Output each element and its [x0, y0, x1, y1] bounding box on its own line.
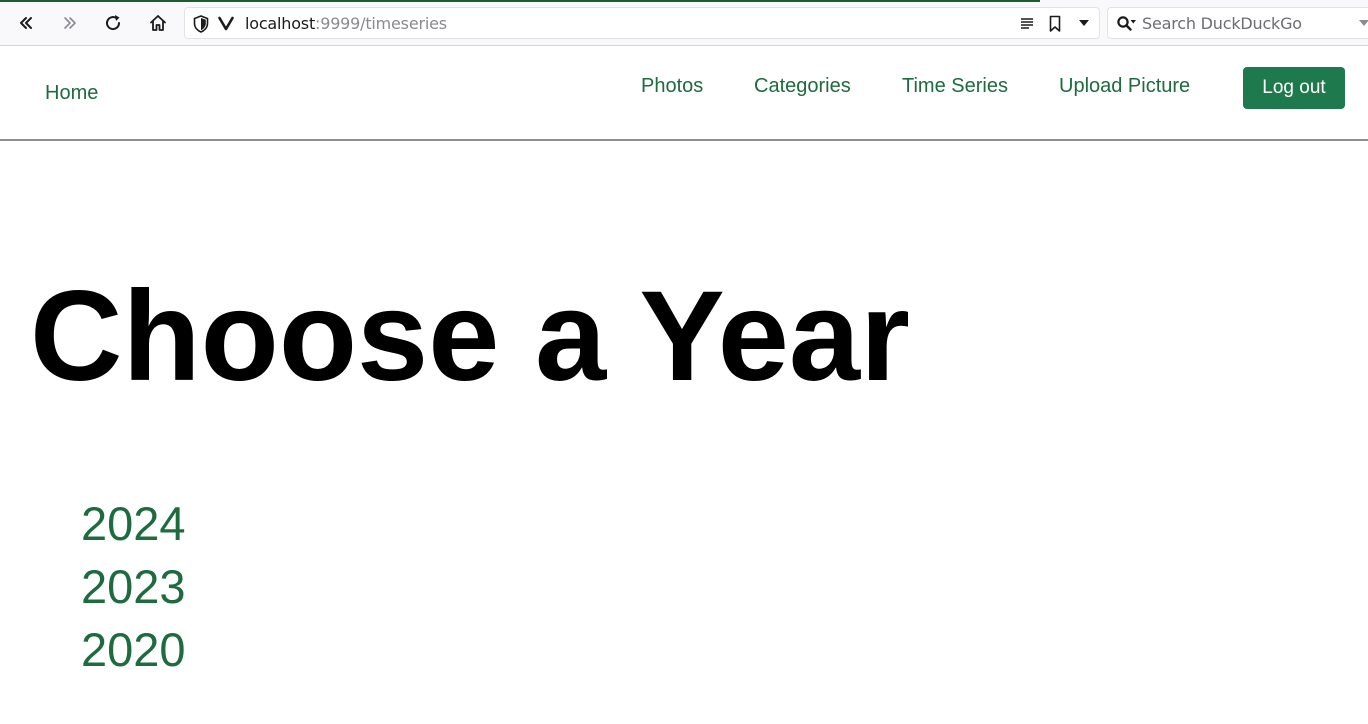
url-text[interactable]: localhost:9999/timeseries: [245, 15, 447, 33]
year-link-2020[interactable]: 2020: [81, 618, 186, 681]
forward-all-icon: [64, 17, 76, 29]
nav-home-link[interactable]: Home: [45, 81, 98, 105]
search-icon[interactable]: [1116, 15, 1138, 33]
page-title: Choose a Year: [30, 265, 910, 408]
reload-icon: [106, 15, 121, 31]
home-icon: [150, 15, 166, 31]
logout-button[interactable]: Log out: [1243, 67, 1345, 109]
reader-icon[interactable]: [1019, 15, 1035, 31]
year-link-2024[interactable]: 2024: [81, 492, 186, 555]
nav-categories-link[interactable]: Categories: [754, 74, 851, 98]
home-button[interactable]: [143, 8, 173, 38]
forward-all-button[interactable]: [54, 8, 84, 38]
back-all-icon: [20, 17, 32, 29]
vivaldi-icon[interactable]: [218, 15, 234, 31]
browser-toolbar: localhost:9999/timeseries Search DuckDuc…: [0, 0, 1368, 46]
loading-line: [0, 0, 1040, 2]
nav-photos-link[interactable]: Photos: [641, 74, 703, 98]
url-host: localhost: [245, 14, 316, 33]
url-path: :9999/timeseries: [315, 14, 447, 33]
search-placeholder[interactable]: Search DuckDuckGo: [1142, 15, 1302, 33]
back-all-button[interactable]: [11, 8, 41, 38]
search-engine-dropdown-icon[interactable]: [1358, 18, 1368, 28]
search-bar[interactable]: Search DuckDuckGo: [1107, 7, 1368, 39]
dropdown-icon[interactable]: [1078, 18, 1090, 28]
bookmark-icon[interactable]: [1048, 15, 1062, 33]
site-header: Home Photos Categories Time Series Uploa…: [0, 46, 1368, 141]
year-list: 2024 2023 2020: [81, 492, 186, 681]
reload-button[interactable]: [98, 8, 128, 38]
shield-icon[interactable]: [193, 15, 209, 33]
url-bar[interactable]: localhost:9999/timeseries: [184, 7, 1100, 39]
nav-upload-picture-link[interactable]: Upload Picture: [1059, 74, 1190, 98]
nav-time-series-link[interactable]: Time Series: [902, 74, 1008, 98]
year-link-2023[interactable]: 2023: [81, 555, 186, 618]
